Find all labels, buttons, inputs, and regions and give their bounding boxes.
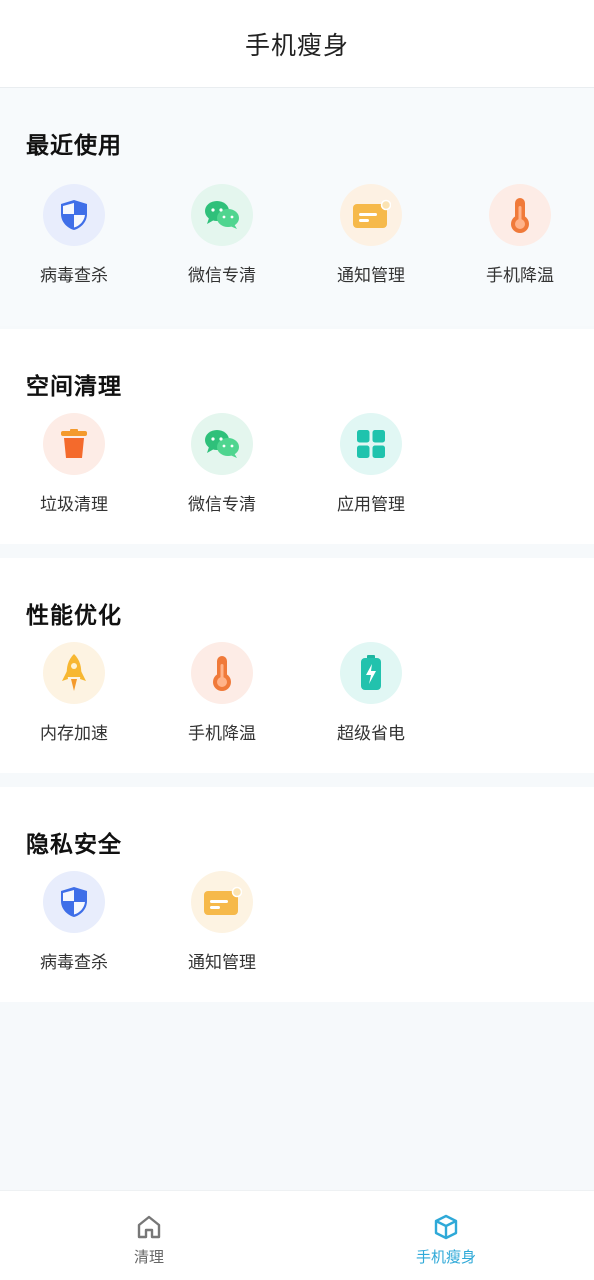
section-title-privacy: 隐私安全 <box>26 832 122 858</box>
feature-label: 通知管理 <box>188 953 256 973</box>
top-bar: 手机瘦身 <box>0 0 594 88</box>
wechat-icon <box>191 413 253 475</box>
feature-label: 手机降温 <box>188 724 256 744</box>
tab-clean[interactable]: 清理 <box>74 1191 224 1280</box>
feature-wechat-clean[interactable]: 微信专清 <box>167 413 277 525</box>
section-title-recent: 最近使用 <box>26 133 122 159</box>
notification-icon <box>340 184 402 246</box>
notification-icon <box>191 871 253 933</box>
battery-icon <box>340 642 402 704</box>
apps-grid-icon <box>340 413 402 475</box>
thermometer-icon <box>191 642 253 704</box>
section-title-space-clean: 空间清理 <box>26 374 122 400</box>
feature-virus-scan[interactable]: 病毒查杀 <box>19 871 129 983</box>
section-privacy: 隐私安全 病毒查杀 通知管理 <box>0 787 594 1002</box>
box-icon <box>434 1214 458 1240</box>
thermometer-icon <box>489 184 551 246</box>
bottom-tab-bar: 清理 手机瘦身 <box>0 1190 594 1280</box>
feature-label: 垃圾清理 <box>40 495 108 515</box>
app-screen: 手机瘦身 最近使用 病毒查杀 微信专清 通知管理 手机降温 空间清理 垃圾清理 … <box>0 0 594 1280</box>
shield-icon <box>43 184 105 246</box>
feature-phone-cooling[interactable]: 手机降温 <box>465 184 575 296</box>
feature-notification-manage[interactable]: 通知管理 <box>316 184 426 296</box>
feature-label: 微信专清 <box>188 266 256 286</box>
page-title: 手机瘦身 <box>244 30 349 60</box>
wechat-icon <box>191 184 253 246</box>
feature-label: 病毒查杀 <box>40 266 108 286</box>
tab-label: 清理 <box>133 1248 164 1266</box>
section-performance: 性能优化 内存加速 手机降温 超级省电 <box>0 558 594 773</box>
feature-junk-clean[interactable]: 垃圾清理 <box>19 413 129 525</box>
trash-icon <box>43 413 105 475</box>
tab-phone-slimming[interactable]: 手机瘦身 <box>371 1191 521 1280</box>
feature-label: 通知管理 <box>337 266 405 286</box>
feature-grid: 内存加速 手机降温 超级省电 <box>0 642 594 754</box>
feature-power-saving[interactable]: 超级省电 <box>316 642 426 754</box>
feature-grid: 垃圾清理 微信专清 应用管理 <box>0 413 594 525</box>
feature-grid: 病毒查杀 通知管理 <box>0 871 594 983</box>
rocket-icon <box>43 642 105 704</box>
feature-memory-boost[interactable]: 内存加速 <box>19 642 129 754</box>
feature-label: 超级省电 <box>337 724 405 744</box>
feature-label: 手机降温 <box>486 266 554 286</box>
feature-grid: 病毒查杀 微信专清 通知管理 手机降温 <box>0 184 594 296</box>
section-title-performance: 性能优化 <box>26 603 122 629</box>
feature-label: 内存加速 <box>40 724 108 744</box>
section-recent: 最近使用 病毒查杀 微信专清 通知管理 手机降温 <box>0 88 594 326</box>
shield-icon <box>43 871 105 933</box>
section-space-clean: 空间清理 垃圾清理 微信专清 应用管理 <box>0 329 594 544</box>
feature-app-manage[interactable]: 应用管理 <box>316 413 426 525</box>
home-icon <box>137 1215 161 1239</box>
tab-label: 手机瘦身 <box>415 1248 476 1266</box>
feature-label: 微信专清 <box>188 495 256 515</box>
feature-label: 病毒查杀 <box>40 953 108 973</box>
feature-notification-manage[interactable]: 通知管理 <box>167 871 277 983</box>
feature-virus-scan[interactable]: 病毒查杀 <box>19 184 129 296</box>
feature-phone-cooling[interactable]: 手机降温 <box>167 642 277 754</box>
feature-label: 应用管理 <box>337 495 405 515</box>
feature-wechat-clean[interactable]: 微信专清 <box>167 184 277 296</box>
